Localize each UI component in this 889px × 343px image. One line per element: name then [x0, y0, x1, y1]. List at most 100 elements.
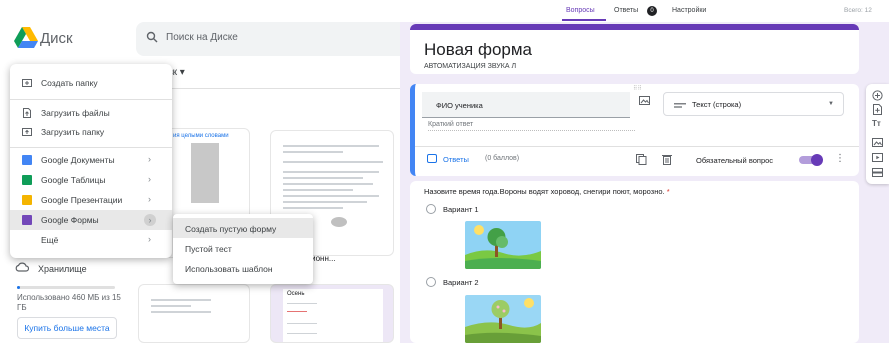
- storage-label: Хранилище: [38, 264, 87, 274]
- add-section-icon[interactable]: [872, 167, 883, 178]
- more-vert-icon[interactable]: ⋮: [835, 153, 845, 164]
- add-title-icon[interactable]: Tт: [872, 119, 881, 128]
- question-title-input[interactable]: ФИО ученика: [422, 92, 630, 118]
- form-title[interactable]: Новая форма: [424, 40, 532, 60]
- short-text-icon: [674, 103, 686, 108]
- menu-item-google-sheets[interactable]: Google Таблицы ›: [10, 170, 172, 190]
- new-menu: Создать папку Загрузить файлы Загрузить …: [10, 64, 172, 258]
- new-folder-icon: [22, 79, 32, 87]
- app-title: Диск: [40, 30, 73, 47]
- chevron-right-icon: ›: [148, 174, 151, 184]
- chevron-right-icon: ›: [148, 154, 151, 164]
- delete-icon[interactable]: [662, 154, 672, 165]
- points-label: (0 баллов): [485, 155, 520, 162]
- drive-header: Диск Поиск на Диске: [0, 0, 400, 62]
- google-docs-icon: [22, 155, 32, 165]
- drag-handle-icon[interactable]: ⠿⠿: [633, 85, 642, 92]
- text-line: [283, 151, 343, 153]
- text-line: [151, 311, 211, 313]
- google-sheets-icon: [22, 175, 32, 185]
- divider: [136, 88, 400, 89]
- google-slides-icon: [22, 195, 32, 205]
- menu-item-blank-form[interactable]: Создать пустую форму: [173, 218, 313, 238]
- form-title-card[interactable]: Новая форма АВТОМАТИЗАЦИЯ ЗВУКА Л: [410, 24, 859, 74]
- radio-button[interactable]: [426, 277, 436, 287]
- menu-item-use-template[interactable]: Использовать шаблон: [173, 258, 313, 278]
- menu-item-blank-quiz[interactable]: Пустой тест: [173, 238, 313, 258]
- search-icon[interactable]: [146, 31, 158, 43]
- answer-key-icon: [427, 154, 437, 163]
- menu-item-create-folder[interactable]: Создать папку: [10, 73, 172, 93]
- file-thumbnail[interactable]: [138, 284, 250, 343]
- answer-underline: [428, 130, 635, 131]
- add-question-icon[interactable]: [872, 90, 883, 101]
- storage-bar: [17, 286, 115, 289]
- menu-item-upload-files[interactable]: Загрузить файлы: [10, 103, 172, 123]
- menu-item-more[interactable]: Ещё ›: [10, 230, 172, 250]
- file-thumbnail[interactable]: Осень: [270, 284, 394, 343]
- text-line: [283, 145, 379, 147]
- text-line: [287, 333, 317, 334]
- text-line: [283, 189, 353, 191]
- search-placeholder: Поиск на Диске: [166, 32, 238, 43]
- tab-responses[interactable]: Ответы: [614, 7, 638, 14]
- form-description[interactable]: АВТОМАТИЗАЦИЯ ЗВУКА Л: [424, 63, 516, 70]
- question-type-select[interactable]: Текст (строка) ▼: [663, 92, 844, 116]
- text-line: [287, 303, 317, 304]
- thumbnail-image: [191, 143, 219, 203]
- drive-panel: Диск Поиск на Диске иск ▾ ия целыми слов…: [0, 0, 400, 343]
- tab-indicator: [562, 19, 606, 21]
- menu-separator: [10, 147, 172, 148]
- text-line: [283, 171, 379, 173]
- answer-hint: Краткий ответ: [428, 121, 474, 128]
- upload-file-icon: [23, 108, 31, 118]
- required-toggle[interactable]: [799, 154, 823, 166]
- dropdown-arrow-icon: ▼: [828, 101, 834, 107]
- duplicate-icon[interactable]: [636, 154, 647, 165]
- text-line: [283, 161, 383, 163]
- side-toolbar: Tт: [866, 84, 889, 184]
- tab-settings[interactable]: Настройки: [672, 7, 706, 14]
- chevron-right-icon: ›: [144, 214, 156, 226]
- required-mark: *: [666, 187, 670, 196]
- form-preview-title: Осень: [287, 291, 305, 297]
- option-image: [465, 221, 541, 269]
- menu-item-google-slides[interactable]: Google Презентации ›: [10, 190, 172, 210]
- responses-count-badge: 0: [647, 6, 657, 16]
- google-forms-icon: [22, 215, 32, 225]
- menu-item-google-docs[interactable]: Google Документы ›: [10, 150, 172, 170]
- add-video-icon[interactable]: [872, 152, 883, 163]
- add-image-icon[interactable]: [639, 96, 650, 105]
- text-line: [283, 195, 379, 197]
- storage-bar-fill: [17, 286, 20, 289]
- question-title: Назовите время года.Вороны водят хоровод…: [424, 187, 670, 196]
- search-input[interactable]: Поиск на Диске: [136, 22, 400, 56]
- chevron-right-icon: ›: [148, 194, 151, 204]
- import-questions-icon[interactable]: [872, 104, 883, 115]
- menu-item-upload-folder[interactable]: Загрузить папку: [10, 122, 172, 142]
- menu-separator: [10, 99, 172, 100]
- menu-item-google-forms[interactable]: Google Формы ›: [10, 210, 172, 230]
- buy-storage-button[interactable]: Купить больше места: [17, 317, 117, 339]
- radio-button[interactable]: [426, 204, 436, 214]
- question-card-active[interactable]: ФИО ученика ⠿⠿ Текст (строка) ▼ Краткий …: [410, 84, 859, 176]
- total-points: Всего: 12: [844, 7, 872, 14]
- add-image-icon[interactable]: [872, 137, 883, 148]
- toggle-knob: [811, 154, 823, 166]
- text-line: [283, 183, 373, 185]
- text-line: [283, 201, 367, 203]
- cloud-icon: [15, 262, 29, 272]
- google-drive-logo-icon[interactable]: [14, 27, 38, 49]
- question-card[interactable]: Назовите время года.Вороны водят хоровод…: [410, 181, 859, 343]
- text-line: [283, 207, 343, 209]
- form-preview: Осень: [283, 289, 383, 342]
- file-caption: ия целыми словами: [173, 133, 229, 139]
- forms-editor: Вопросы Ответы 0 Настройки Всего: 12 Нов…: [400, 0, 889, 343]
- option-image: [465, 295, 541, 343]
- tab-questions[interactable]: Вопросы: [566, 7, 595, 14]
- divider: [415, 146, 859, 147]
- required-label: Обязательный вопрос: [696, 156, 774, 165]
- forms-submenu: Создать пустую форму Пустой тест Использ…: [173, 214, 313, 284]
- text-line: [151, 305, 191, 307]
- forms-tabs: Вопросы Ответы 0 Настройки Всего: 12: [400, 0, 889, 22]
